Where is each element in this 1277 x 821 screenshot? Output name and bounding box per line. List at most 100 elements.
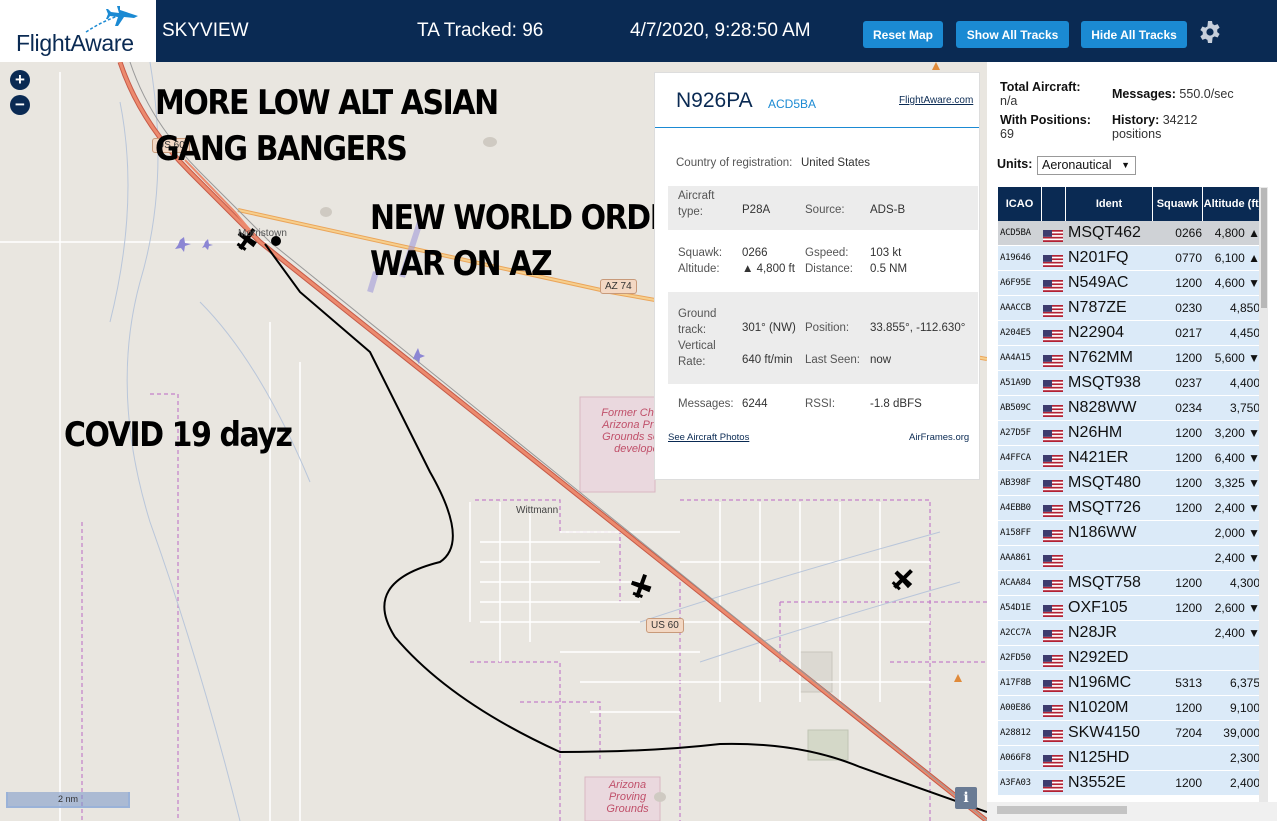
aircraft-type-label: Aircraft type: <box>678 190 715 218</box>
cell-squawk: 0266 <box>1175 226 1202 240</box>
squawk-value: 0266 <box>742 247 768 259</box>
rssi-label: RSSI: <box>805 398 836 410</box>
cell-squawk: 1200 <box>1175 701 1202 715</box>
us-flag-icon <box>1043 527 1063 542</box>
cell-ident: MSQT480 <box>1068 474 1141 491</box>
header-bar: FlightAware SKYVIEW TA Tracked: 96 4/7/2… <box>0 0 1277 62</box>
flightaware-link[interactable]: FlightAware.com <box>899 95 973 106</box>
table-row[interactable]: A3FA03 N3552E 1200 2,400 <box>998 771 1263 796</box>
card-divider <box>655 127 979 128</box>
table-header: ICAO Ident Squawk Altitude (ft) <box>998 187 1263 221</box>
cell-squawk: 0234 <box>1175 401 1202 415</box>
cell-ident: N28JR <box>1068 624 1117 641</box>
airframes-link[interactable]: AirFrames.org <box>909 432 969 443</box>
cell-squawk: 1200 <box>1175 476 1202 490</box>
history-label: History: <box>1112 113 1160 127</box>
vertical-scroll-thumb[interactable] <box>1261 188 1267 308</box>
cell-ident: N762MM <box>1068 349 1133 366</box>
horizontal-scroll-thumb[interactable] <box>997 806 1127 814</box>
vertical-rate-label: Vertical Rate: <box>678 340 716 368</box>
cell-icao: A27D5F <box>1000 428 1031 438</box>
cell-squawk: 0237 <box>1175 376 1202 390</box>
hide-all-tracks-button[interactable]: Hide All Tracks <box>1081 21 1187 48</box>
cell-icao: ACAA84 <box>1000 578 1031 588</box>
units-label: Units: <box>997 157 1033 171</box>
cell-icao: A2CC7A <box>1000 628 1031 638</box>
poi-arizona-proving-grounds: Arizona Proving Grounds <box>606 779 649 815</box>
us-flag-icon <box>1043 777 1063 792</box>
flightaware-logo[interactable]: FlightAware <box>0 0 156 62</box>
distance-label: Distance: <box>805 263 853 275</box>
show-all-tracks-button[interactable]: Show All Tracks <box>956 21 1069 48</box>
table-row[interactable]: AB509C N828WW 0234 3,750 <box>998 396 1263 421</box>
table-row[interactable]: AB398F MSQT480 1200 3,325 ▼ <box>998 471 1263 496</box>
place-wittmann: Wittmann <box>516 505 559 516</box>
cell-icao: A19646 <box>1000 253 1031 263</box>
table-row[interactable]: A4EBB0 MSQT726 1200 2,400 ▼ <box>998 496 1263 521</box>
table-row[interactable]: A28812 SKW4150 7204 39,000 <box>998 721 1263 746</box>
table-row[interactable]: AAA861 2,400 ▼ <box>998 546 1263 571</box>
altitude-label: Altitude: <box>678 263 720 275</box>
table-row[interactable]: AA4A15 N762MM 1200 5,600 ▼ <box>998 346 1263 371</box>
see-aircraft-photos-link[interactable]: See Aircraft Photos <box>668 432 749 443</box>
us-flag-icon <box>1043 252 1063 267</box>
position-value: 33.855°, -112.630° <box>870 322 966 334</box>
zoom-in-button[interactable]: + <box>10 70 30 90</box>
cell-ident: N549AC <box>1068 274 1129 291</box>
table-row[interactable]: A204E5 N22904 0217 4,450 <box>998 321 1263 346</box>
units-select[interactable]: Aeronautical ▼ <box>1037 156 1136 175</box>
cell-ident: N3552E <box>1068 774 1126 791</box>
table-row[interactable]: A2CC7A N28JR 2,400 ▼ <box>998 621 1263 646</box>
messages-rate-label: Messages: <box>1112 87 1176 101</box>
place-morristown: Morristown <box>238 228 287 239</box>
selected-hex: ACD5BA <box>768 97 817 111</box>
squawk-label: Squawk: <box>678 247 723 259</box>
cell-altitude: 39,000 <box>1223 726 1260 740</box>
last-seen-value: now <box>870 354 892 366</box>
table-row[interactable]: A158FF N186WW 2,000 ▼ <box>998 521 1263 546</box>
table-row[interactable]: A27D5F N26HM 1200 3,200 ▼ <box>998 421 1263 446</box>
table-row[interactable]: A54D1E OXF105 1200 2,600 ▼ <box>998 596 1263 621</box>
table-row[interactable]: A51A9D MSQT938 0237 4,400 <box>998 371 1263 396</box>
table-row[interactable]: A2FD50 N292ED <box>998 646 1263 671</box>
col-header-ident[interactable]: Ident <box>1066 187 1153 221</box>
reset-map-button[interactable]: Reset Map <box>863 21 943 48</box>
us-flag-icon <box>1043 402 1063 417</box>
cell-altitude: 2,400 <box>1229 776 1260 790</box>
table-row[interactable]: A4FFCA N421ER 1200 6,400 ▼ <box>998 446 1263 471</box>
table-row[interactable]: A6F95E N549AC 1200 4,600 ▼ <box>998 271 1263 296</box>
cell-icao: A066F8 <box>1000 753 1031 763</box>
cell-altitude: 3,325 ▼ <box>1214 476 1260 490</box>
card-row-type: Aircraft type: P28A Source: ADS-B <box>668 186 978 230</box>
col-header-icao[interactable]: ICAO <box>998 187 1042 221</box>
cell-ident: MSQT938 <box>1068 374 1141 391</box>
source-label: Source: <box>805 204 845 216</box>
table-row[interactable]: A19646 N201FQ 0770 6,100 ▲ <box>998 246 1263 271</box>
gear-icon[interactable] <box>1198 20 1222 44</box>
cell-altitude: 4,400 <box>1229 376 1260 390</box>
table-row[interactable]: A00E86 N1020M 1200 9,100 <box>998 696 1263 721</box>
col-header-altitude[interactable]: Altitude (ft) <box>1203 187 1263 221</box>
zoom-out-button[interactable]: − <box>10 95 30 115</box>
cell-altitude: 2,400 ▼ <box>1214 551 1260 565</box>
altitude-value: ▲ 4,800 ft <box>742 263 795 275</box>
tracked-count: TA Tracked: 96 <box>417 20 544 41</box>
us-flag-icon <box>1043 577 1063 592</box>
cell-altitude: 2,400 ▼ <box>1214 501 1260 515</box>
table-row[interactable]: ACD5BA MSQT462 0266 4,800 ▲ <box>998 221 1263 246</box>
col-header-squawk[interactable]: Squawk <box>1153 187 1203 221</box>
cell-altitude: 3,750 <box>1229 401 1260 415</box>
selected-aircraft-card: N926PA ACD5BA FlightAware.com Country of… <box>654 72 980 480</box>
col-header-flag[interactable] <box>1042 187 1066 221</box>
us-flag-icon <box>1043 327 1063 342</box>
table-body: ACD5BA MSQT462 0266 4,800 ▲ A19646 N201FQ 0770… <box>998 221 1263 796</box>
history-value: 34212 <box>1162 113 1198 127</box>
table-row[interactable]: ACAA84 MSQT758 1200 4,300 <box>998 571 1263 596</box>
table-row[interactable]: AAACCB N787ZE 0230 4,850 <box>998 296 1263 321</box>
us-flag-icon <box>1043 602 1063 617</box>
info-button[interactable]: i <box>955 787 977 809</box>
table-row[interactable]: A17F8B N196MC 5313 6,375 <box>998 671 1263 696</box>
messages-label: Messages: <box>678 398 734 410</box>
cell-icao: A4EBB0 <box>1000 503 1031 513</box>
table-row[interactable]: A066F8 N125HD 2,300 <box>998 746 1263 771</box>
